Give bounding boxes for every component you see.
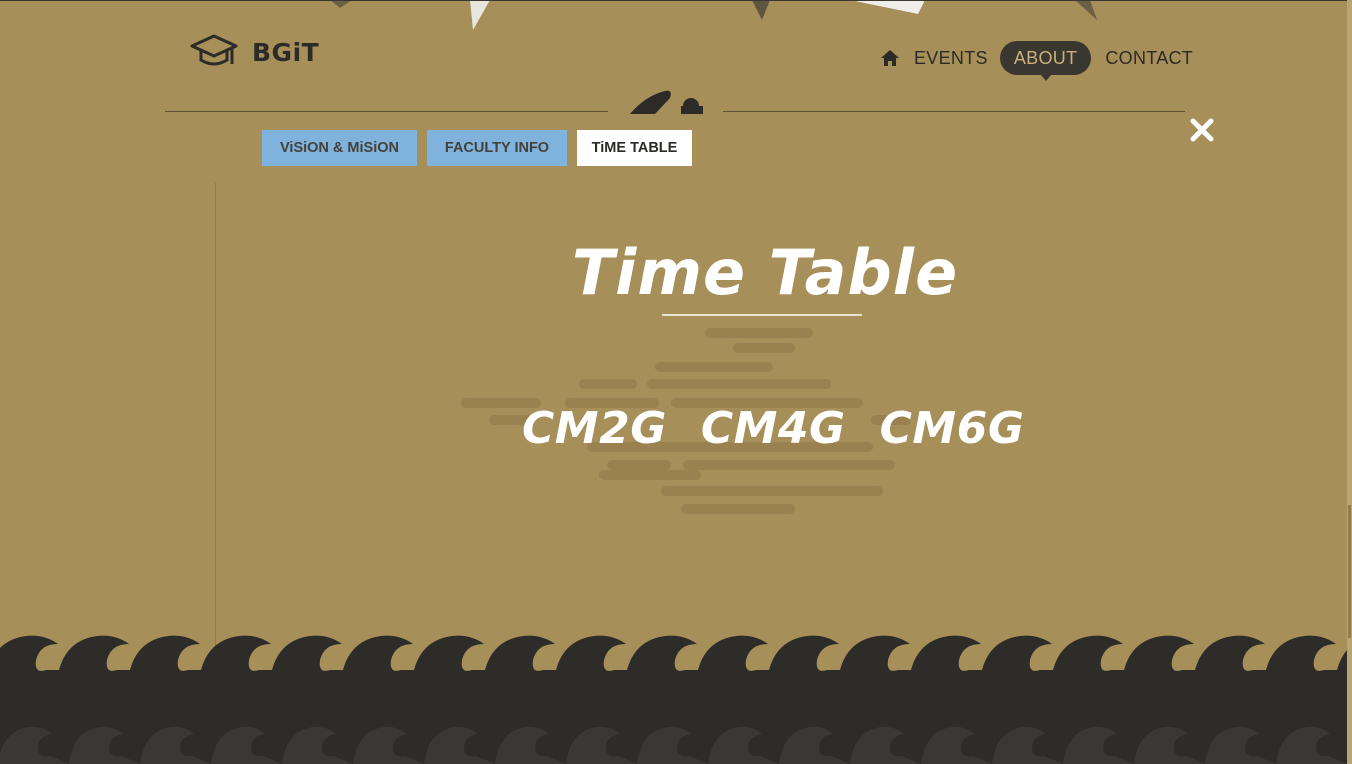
page-title: Time Table [571,236,959,309]
class-link-cm4g[interactable]: CM4G [701,403,846,454]
class-link-cm6g[interactable]: CM6G [880,403,1025,454]
class-link-cm2g[interactable]: CM2G [522,403,667,454]
class-list: CM2G CM4G CM6G [522,403,1024,454]
footer-waves [0,630,1352,764]
page: BGiT EVENTS ABOUT CONTACT ViSiON & MiSiO… [0,0,1352,764]
title-underline [662,314,862,316]
scrollbar-thumb[interactable] [1348,505,1351,638]
scrollbar-track[interactable] [1347,0,1352,764]
